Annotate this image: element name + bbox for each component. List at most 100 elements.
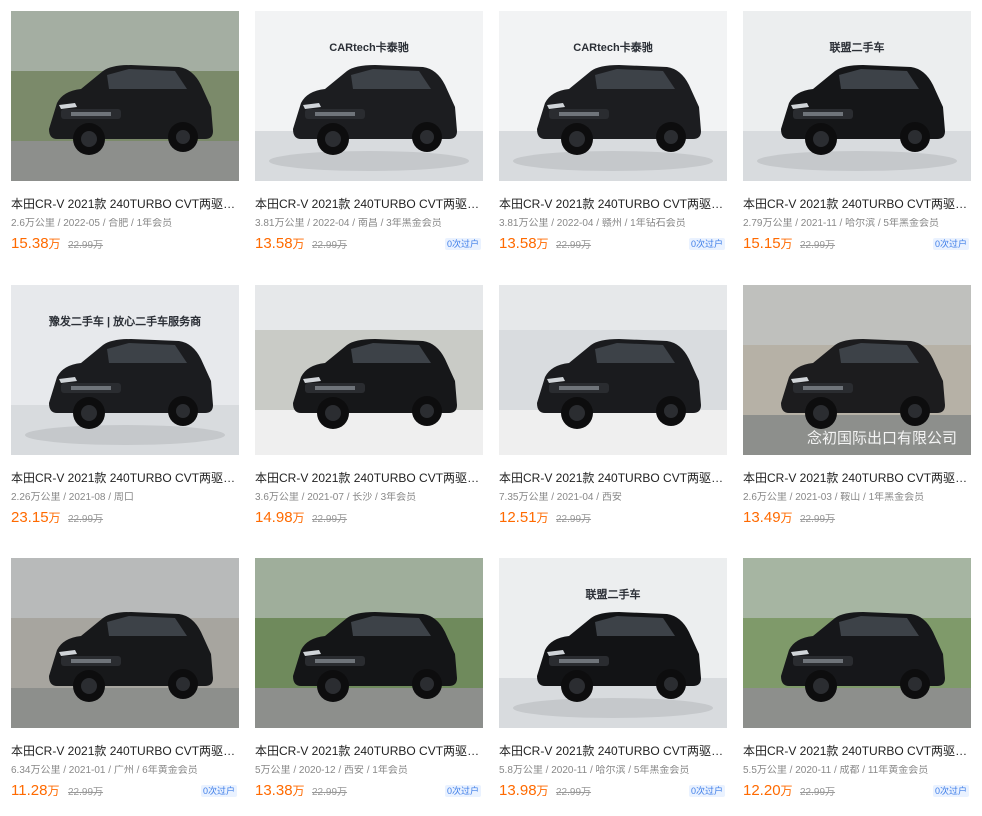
car-photo-image bbox=[11, 558, 239, 728]
transfer-count-badge: 0次过户 bbox=[200, 785, 237, 797]
car-photo-image bbox=[743, 558, 971, 728]
listing-meta: 2.26万公里 / 2021-08 / 周口 bbox=[11, 492, 134, 503]
listing-meta: 2.6万公里 / 2022-05 / 合肥 / 1年会员 bbox=[11, 218, 173, 229]
listing-title[interactable]: 本田CR-V 2021款 240TURBO CVT两驱黑... bbox=[499, 471, 727, 485]
listing-price-unit: 万 bbox=[292, 784, 305, 798]
listing-meta: 3.6万公里 / 2021-07 / 长沙 / 3年会员 bbox=[255, 492, 417, 503]
listing-card[interactable]: 本田CR-V 2021款 240TURBO CVT两驱黑... 3.6万公里 / … bbox=[255, 285, 483, 543]
dealer-logo-text: CARtech卡泰驰 bbox=[329, 40, 408, 54]
car-photo-image: 联盟二手车 bbox=[499, 558, 727, 728]
price-row: 15.38万 22.99万 bbox=[11, 235, 239, 253]
listing-price-value: 13.58 bbox=[499, 235, 537, 252]
listing-meta: 5.5万公里 / 2020-11 / 成都 / 11年黄金会员 bbox=[743, 765, 929, 776]
price-row: 14.98万 22.99万 bbox=[255, 509, 483, 527]
listing-title[interactable]: 本田CR-V 2021款 240TURBO CVT两驱黑... bbox=[11, 471, 239, 485]
listing-price: 13.58万 bbox=[499, 235, 549, 253]
car-photo[interactable] bbox=[11, 11, 239, 181]
car-photo[interactable]: CARtech卡泰驰 bbox=[499, 11, 727, 181]
dealer-logo-text: 联盟二手车 bbox=[830, 40, 885, 54]
listing-title[interactable]: 本田CR-V 2021款 240TURBO CVT两驱黑... bbox=[11, 744, 239, 758]
car-photo[interactable] bbox=[11, 558, 239, 728]
listing-price: 23.15万 bbox=[11, 509, 61, 527]
original-price: 22.99万 bbox=[556, 514, 592, 525]
car-photo[interactable] bbox=[255, 558, 483, 728]
listing-price-value: 11.28 bbox=[11, 782, 48, 799]
listing-price: 15.38万 bbox=[11, 235, 61, 253]
price-row: 13.98万 22.99万 0次过户 bbox=[499, 782, 727, 800]
price-row: 12.51万 22.99万 bbox=[499, 509, 727, 527]
listing-price: 13.58万 bbox=[255, 235, 305, 253]
original-price: 22.99万 bbox=[556, 240, 592, 251]
original-price: 22.99万 bbox=[312, 240, 348, 251]
listing-title[interactable]: 本田CR-V 2021款 240TURBO CVT两驱黑... bbox=[499, 197, 727, 211]
listing-price-unit: 万 bbox=[536, 511, 549, 525]
listing-price: 14.98万 bbox=[255, 509, 305, 527]
car-photo-image bbox=[499, 285, 727, 455]
car-photo-image: CARtech卡泰驰 bbox=[499, 11, 727, 181]
listing-price-value: 13.38 bbox=[255, 782, 293, 799]
car-photo[interactable]: CARtech卡泰驰 bbox=[255, 11, 483, 181]
listing-price: 13.38万 bbox=[255, 782, 305, 800]
listing-price-unit: 万 bbox=[780, 784, 793, 798]
listing-meta: 3.81万公里 / 2022-04 / 南昌 / 3年黑金会员 bbox=[255, 218, 442, 229]
listing-meta: 3.81万公里 / 2022-04 / 赣州 / 1年钻石会员 bbox=[499, 218, 686, 229]
car-photo-image bbox=[11, 11, 239, 181]
listing-card[interactable]: 联盟二手车本田CR-V 2021款 240TURBO CVT两驱黑... 5.8万… bbox=[499, 558, 727, 816]
listing-meta: 6.34万公里 / 2021-01 / 广州 / 6年黄金会员 bbox=[11, 765, 198, 776]
transfer-count-badge: 0次过户 bbox=[444, 785, 481, 797]
car-photo-image: CARtech卡泰驰 bbox=[255, 11, 483, 181]
car-photo[interactable]: 联盟二手车 bbox=[499, 558, 727, 728]
car-photo[interactable] bbox=[499, 285, 727, 455]
listing-meta: 5万公里 / 2020-12 / 西安 / 1年会员 bbox=[255, 765, 408, 776]
listing-title[interactable]: 本田CR-V 2021款 240TURBO CVT两驱黑... bbox=[743, 471, 971, 485]
listing-price-value: 12.51 bbox=[499, 509, 537, 526]
listing-price-value: 23.15 bbox=[11, 509, 49, 526]
listing-meta: 5.8万公里 / 2020-11 / 哈尔滨 / 5年黑金会员 bbox=[499, 765, 690, 776]
listing-title[interactable]: 本田CR-V 2021款 240TURBO CVT两驱黑... bbox=[743, 744, 971, 758]
car-photo[interactable] bbox=[743, 558, 971, 728]
car-photo[interactable]: 豫发二手车 | 放心二手车服务商 bbox=[11, 285, 239, 455]
car-photo-image: 联盟二手车 bbox=[743, 11, 971, 181]
listing-card[interactable]: 本田CR-V 2021款 240TURBO CVT两驱黑... 6.34万公里 /… bbox=[11, 558, 239, 816]
listing-title[interactable]: 本田CR-V 2021款 240TURBO CVT两驱黑... bbox=[255, 744, 483, 758]
listing-price-unit: 万 bbox=[780, 237, 793, 251]
listing-card[interactable]: 念初国际出口有限公司本田CR-V 2021款 240TURBO CVT两驱黑..… bbox=[743, 285, 971, 543]
dealer-logo-text: 联盟二手车 bbox=[586, 587, 641, 601]
listing-card[interactable]: 本田CR-V 2021款 240TURBO CVT两驱黑... 5万公里 / 20… bbox=[255, 558, 483, 816]
listing-price-unit: 万 bbox=[536, 784, 549, 798]
original-price: 22.99万 bbox=[312, 787, 348, 798]
transfer-count-badge: 0次过户 bbox=[688, 238, 725, 250]
listing-price-unit: 万 bbox=[292, 237, 305, 251]
listing-card[interactable]: 联盟二手车 本田CR-V 2021款 240TURBO CVT两驱黑... 2.79… bbox=[743, 11, 971, 269]
listing-title[interactable]: 本田CR-V 2021款 240TURBO CVT两驱黑... bbox=[255, 471, 483, 485]
transfer-count-badge: 0次过户 bbox=[932, 238, 969, 250]
listing-price: 11.28万 bbox=[11, 782, 59, 800]
listing-price: 13.49万 bbox=[743, 509, 793, 527]
listing-title[interactable]: 本田CR-V 2021款 240TURBO CVT两驱黑... bbox=[499, 744, 727, 758]
listing-card[interactable]: 本田CR-V 2021款 240TURBO CVT两驱黑... 5.5万公里 / … bbox=[743, 558, 971, 816]
transfer-count-badge: 0次过户 bbox=[932, 785, 969, 797]
listing-card[interactable]: CARtech卡泰驰本田CR-V 2021款 240TURBO CVT两驱黑..… bbox=[255, 11, 483, 269]
listing-card[interactable]: CARtech卡泰驰本田CR-V 2021款 240TURBO CVT两驱黑..… bbox=[499, 11, 727, 269]
listing-card[interactable]: 豫发二手车 | 放心二手车服务商本田CR-V 2021款 240TURBO CV… bbox=[11, 285, 239, 543]
price-row: 13.38万 22.99万 0次过户 bbox=[255, 782, 483, 800]
price-row: 15.15万 22.99万 0次过户 bbox=[743, 235, 971, 253]
listing-card[interactable]: 本田CR-V 2021款 240TURBO CVT两驱黑... 2.6万公里 / … bbox=[11, 11, 239, 269]
listing-title[interactable]: 本田CR-V 2021款 240TURBO CVT两驱黑... bbox=[743, 197, 971, 211]
original-price: 22.99万 bbox=[800, 787, 836, 798]
listing-price: 12.20万 bbox=[743, 782, 793, 800]
listing-price-unit: 万 bbox=[48, 511, 61, 525]
listing-price-value: 13.98 bbox=[499, 782, 537, 799]
original-price: 22.99万 bbox=[312, 514, 348, 525]
listing-title[interactable]: 本田CR-V 2021款 240TURBO CVT两驱黑... bbox=[11, 197, 239, 211]
listing-price-value: 15.38 bbox=[11, 235, 49, 252]
listing-title[interactable]: 本田CR-V 2021款 240TURBO CVT两驱黑... bbox=[255, 197, 483, 211]
car-photo[interactable]: 联盟二手车 bbox=[743, 11, 971, 181]
price-row: 12.20万 22.99万 0次过户 bbox=[743, 782, 971, 800]
car-photo[interactable] bbox=[255, 285, 483, 455]
listing-price: 12.51万 bbox=[499, 509, 549, 527]
listing-meta: 7.35万公里 / 2021-04 / 西安 bbox=[499, 492, 622, 503]
listing-card[interactable]: 本田CR-V 2021款 240TURBO CVT两驱黑... 7.35万公里 /… bbox=[499, 285, 727, 543]
car-photo-image bbox=[255, 285, 483, 455]
car-photo[interactable]: 念初国际出口有限公司 bbox=[743, 285, 971, 455]
